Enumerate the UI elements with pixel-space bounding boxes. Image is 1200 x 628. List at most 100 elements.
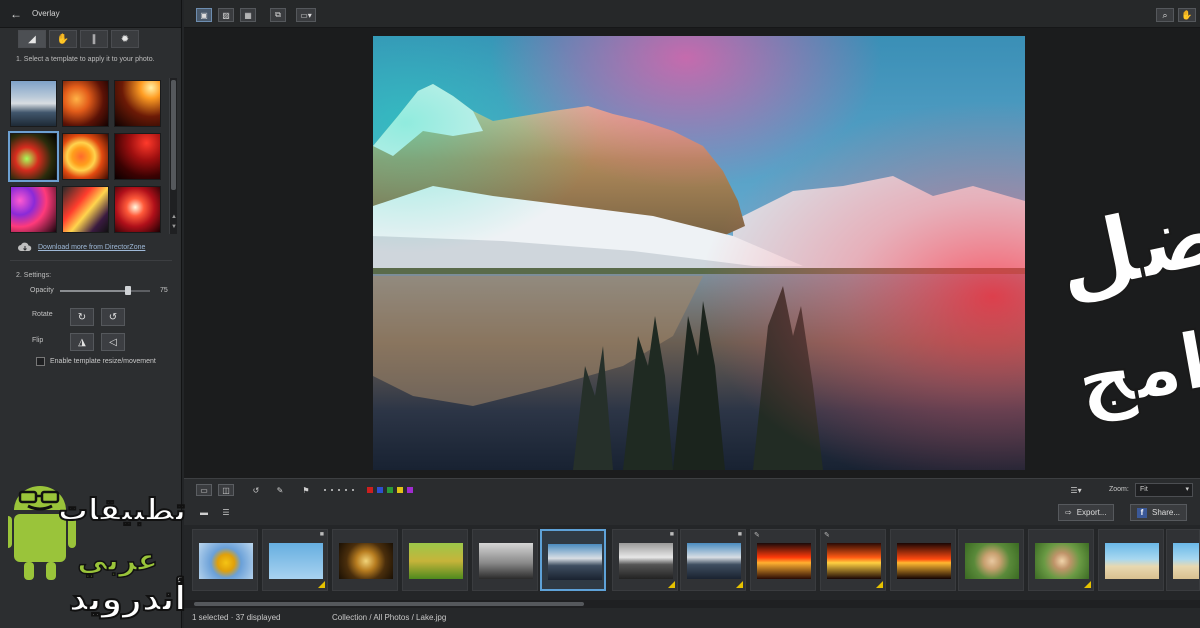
film-thumb-sunset-2[interactable]: ✎ <box>820 529 886 591</box>
template-scrollbar[interactable]: ▲ ▼ <box>169 78 177 234</box>
grid-view-icon[interactable]: ▦ <box>240 8 256 22</box>
opacity-slider-fill <box>60 290 128 292</box>
status-bar: 1 selected · 37 displayed Collection / A… <box>184 608 1200 628</box>
film-thumb-beach[interactable] <box>1098 529 1164 591</box>
film-thumb-city[interactable] <box>472 529 538 591</box>
photo-viewer: أفضل البرامج <box>184 28 1200 478</box>
template-thumb[interactable] <box>114 80 161 127</box>
zoom-icon[interactable]: ⌕ <box>1156 8 1174 22</box>
zoom-value: Fit <box>1140 486 1148 493</box>
scroll-down-icon[interactable]: ▼ <box>170 224 178 230</box>
film-thumb-lake-bw[interactable]: ■ <box>612 529 678 591</box>
sparkle-icon[interactable]: ✹ <box>111 30 139 48</box>
film-thumb-cat[interactable] <box>958 529 1024 591</box>
export-button[interactable]: ⇨ Export... <box>1058 504 1114 521</box>
monitor-icon[interactable]: ▭▾ <box>296 8 316 22</box>
film-thumb-sunflower[interactable] <box>192 529 258 591</box>
hand-icon[interactable]: ✋ <box>1178 8 1196 22</box>
current-path: Collection / All Photos / Lake.jpg <box>332 613 447 622</box>
sort-icon[interactable]: ☰▾ <box>1066 484 1086 496</box>
rating-dot[interactable] <box>324 489 326 491</box>
template-thumb[interactable] <box>62 80 109 127</box>
film-thumb-sunset[interactable]: ✎ <box>750 529 816 591</box>
filmstrip-scroll-thumb[interactable] <box>194 602 584 606</box>
zoom-select[interactable]: Fit ▾ <box>1135 483 1193 497</box>
template-thumb[interactable] <box>10 186 57 233</box>
edit-pen-icon[interactable]: ✎ <box>272 484 288 496</box>
step2-heading: 2. Settings: <box>16 272 52 279</box>
flag-icon[interactable]: ⚑ <box>298 484 314 496</box>
browser-view-icon[interactable]: ▣ <box>196 8 212 22</box>
overlay-tool-tabs: ◢ ✋ ∥ ✹ <box>18 30 139 48</box>
flip-horizontal-icon: ◮ <box>78 336 86 348</box>
flip-vertical-icon: ◁ <box>109 336 117 348</box>
rotate-right-button[interactable]: ↻ <box>70 308 94 326</box>
rating-dot[interactable] <box>331 489 333 491</box>
rating-dot[interactable] <box>345 489 347 491</box>
template-thumb[interactable] <box>114 133 161 180</box>
mountain-lake-image <box>373 36 1025 470</box>
panel-header: ← Overlay <box>0 0 181 28</box>
logo-text-line2: عربي <box>77 543 158 578</box>
template-thumb[interactable] <box>114 186 161 233</box>
template-thumb[interactable] <box>62 186 109 233</box>
flip-vertical-button[interactable]: ◁ <box>101 333 125 351</box>
rating-dot[interactable] <box>352 489 354 491</box>
list-view-icon[interactable]: ☰ <box>218 506 234 518</box>
film-thumb-birds[interactable]: ■ <box>262 529 328 591</box>
template-grid <box>8 80 161 233</box>
logo-text-line1: تطبيقات <box>58 493 186 528</box>
panel-title: Overlay <box>32 9 60 18</box>
filmstrip-view-icon[interactable]: ▬ <box>196 506 212 518</box>
opacity-value: 75 <box>160 287 168 294</box>
film-thumb-lake-2[interactable]: ■ <box>680 529 746 591</box>
hand-icon[interactable]: ✋ <box>49 30 77 48</box>
film-thumb-cat-2[interactable] <box>1028 529 1094 591</box>
back-arrow-icon[interactable]: ← <box>8 6 24 22</box>
share-label: Share... <box>1152 508 1181 517</box>
rotate-left-button[interactable]: ↺ <box>101 308 125 326</box>
film-thumb-beach-2[interactable] <box>1166 529 1200 591</box>
share-button[interactable]: f Share... <box>1130 504 1188 521</box>
enable-resize-checkbox[interactable] <box>36 357 45 366</box>
arabic-title-overlay: أفضل البرامج <box>1034 149 1200 438</box>
view-options-bar: ▭ ◫ ↺ ✎ ⚑ ☰▾ Zoom: Fit ▾ <box>184 478 1200 500</box>
android-apps-logo: تطبيقات عربي أندرويد <box>4 470 188 620</box>
template-thumb-selected[interactable] <box>8 131 59 182</box>
filmstrip-scrollbar[interactable] <box>184 600 1200 608</box>
film-thumb-shell[interactable] <box>332 529 398 591</box>
template-thumb[interactable] <box>10 80 57 127</box>
main-photo[interactable] <box>373 36 1025 470</box>
film-thumb-sunset-3[interactable] <box>890 529 956 591</box>
compare-view-icon[interactable]: ◫ <box>218 484 234 496</box>
film-thumb-gazebo[interactable] <box>402 529 468 591</box>
selection-count: 1 selected · 37 displayed <box>192 613 281 622</box>
enable-resize-row: Enable template resize/movement <box>36 357 156 366</box>
color-label-red[interactable] <box>367 487 373 493</box>
film-thumb-lake-selected[interactable] <box>540 529 606 591</box>
opacity-slider[interactable] <box>60 286 150 295</box>
export-label: Export... <box>1076 508 1107 517</box>
lines-icon[interactable]: ∥ <box>80 30 108 48</box>
template-thumb[interactable] <box>62 133 109 180</box>
rating-dot[interactable] <box>338 489 340 491</box>
rotate-ccw-icon: ↺ <box>108 311 118 323</box>
single-view-icon[interactable]: ▭ <box>196 484 212 496</box>
rotate-view-icon[interactable]: ⧉ <box>270 8 286 22</box>
export-icon: ⇨ <box>1065 508 1072 517</box>
color-label-green[interactable] <box>387 487 393 493</box>
download-more-link[interactable]: Download more from DirectorZone <box>38 244 145 251</box>
opacity-slider-handle[interactable] <box>124 286 131 295</box>
color-label-purple[interactable] <box>407 487 413 493</box>
scroll-up-icon[interactable]: ▲ <box>170 214 178 220</box>
rotate-cw-icon: ↻ <box>77 311 87 323</box>
photo-view-icon[interactable]: ▨ <box>218 8 234 22</box>
brush-tool-icon[interactable]: ◢ <box>18 30 46 48</box>
flip-horizontal-button[interactable]: ◮ <box>70 333 94 351</box>
app-window: ← Overlay ◢ ✋ ∥ ✹ 1. Select a template t… <box>0 0 1200 628</box>
filmstrip-toolbar: ▬ ☰ ⇨ Export... f Share... <box>184 500 1200 525</box>
color-label-blue[interactable] <box>377 487 383 493</box>
rotate-photo-icon[interactable]: ↺ <box>248 484 264 496</box>
color-label-yellow[interactable] <box>397 487 403 493</box>
top-toolbar: ▣ ▨ ▦ ⧉ ▭▾ ⌕ ✋ <box>184 0 1200 28</box>
